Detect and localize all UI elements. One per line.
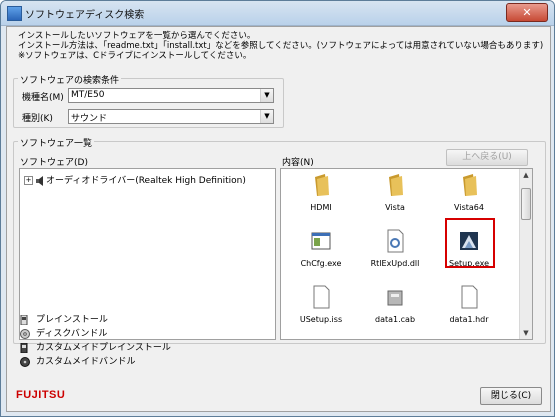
model-value: MT/E50 <box>71 90 105 100</box>
file-name: HDMI <box>310 203 332 212</box>
software-label: ソフトウェア(D) <box>20 158 88 168</box>
tree-item-label: オーディオドライバー(Realtek High Definition) <box>46 176 246 186</box>
file-item[interactable]: ChCfg.exe <box>285 229 357 268</box>
app-icon <box>7 6 22 21</box>
folder-icon <box>389 174 403 196</box>
model-combobox[interactable]: MT/E50 ▼ <box>68 88 274 103</box>
legend-disc-bundle: ディスクバンドル <box>20 326 108 339</box>
file-icon <box>461 285 478 309</box>
intro-line-2: インストール方法は、「readme.txt」「install.txt」などを参照… <box>18 41 544 51</box>
tree-expand-icon[interactable]: + <box>24 176 33 185</box>
file-item[interactable]: RtlExUpd.dll <box>359 229 431 268</box>
disc-bundle-icon <box>20 328 30 339</box>
model-label: 機種名(M) <box>22 93 64 103</box>
software-list-legend: ソフトウェア一覧 <box>18 136 95 149</box>
close-button[interactable]: 閉じる(C) <box>480 387 542 405</box>
search-conditions-legend: ソフトウェアの検索条件 <box>18 73 122 86</box>
legend-label: ディスクバンドル <box>36 329 108 339</box>
chevron-down-icon[interactable]: ▼ <box>260 110 273 123</box>
kind-combobox[interactable]: サウンド ▼ <box>68 109 274 124</box>
intro-line-1: インストールしたいソフトウェアを一覧から選んでください。 <box>18 31 256 41</box>
window-close-button[interactable]: ✕ <box>506 3 548 22</box>
exe-icon <box>311 232 331 250</box>
legend-label: カスタムメイドバンドル <box>36 357 136 367</box>
chevron-down-icon[interactable]: ▼ <box>260 89 273 102</box>
intro-text: インストールしたいソフトウェアを一覧から選んでください。 インストール方法は、「… <box>18 31 543 61</box>
file-icon <box>313 285 330 309</box>
scroll-up-icon[interactable]: ▲ <box>520 169 532 181</box>
scroll-down-icon[interactable]: ▼ <box>520 327 532 339</box>
file-item[interactable]: Vista <box>359 173 431 212</box>
main-window: ソフトウェアディスク検索 ✕ インストールしたいソフトウェアを一覧から選んでくだ… <box>0 0 555 417</box>
file-item[interactable]: USetup.iss <box>285 285 357 324</box>
title-bar: ソフトウェアディスク検索 ✕ <box>1 1 554 26</box>
file-item[interactable]: HDMI <box>285 173 357 212</box>
legend-preinstall: プレインストール <box>20 312 108 325</box>
file-name: Vista <box>385 203 405 212</box>
file-item[interactable]: data1.cab <box>359 285 431 324</box>
custom-bundle-icon <box>20 356 30 367</box>
fujitsu-logo: FUJITSU <box>16 389 66 401</box>
contents-panel[interactable]: HDMI Vista Vista64 ChCfg.exe RtlExUpd.dl… <box>280 168 533 340</box>
custom-preinstall-icon <box>20 342 28 353</box>
folder-icon <box>315 174 329 196</box>
up-button[interactable]: 上へ戻る(U) <box>446 149 528 166</box>
kind-label: 種別(K) <box>22 114 53 124</box>
window-title: ソフトウェアディスク検索 <box>25 10 145 21</box>
file-name: Vista64 <box>454 203 484 212</box>
file-name: data1.cab <box>374 315 416 324</box>
cab-icon <box>387 290 403 306</box>
kind-value: サウンド <box>71 114 108 124</box>
legend-label: プレインストール <box>36 315 108 325</box>
legend-custom-preinstall: カスタムメイドプレインストール <box>20 340 171 353</box>
selection-highlight <box>445 218 495 268</box>
file-name: data1.hdr <box>449 315 489 324</box>
search-conditions-group: ソフトウェアの検索条件 機種名(M) MT/E50 ▼ 種別(K) サウンド ▼ <box>13 73 284 128</box>
tree-item-audio-driver[interactable]: + オーディオドライバー(Realtek High Definition) <box>24 173 246 186</box>
speaker-icon <box>36 175 43 186</box>
legend-custom-bundle: カスタムメイドバンドル <box>20 354 136 367</box>
dll-icon <box>387 229 404 253</box>
preinstall-icon <box>20 314 28 325</box>
legend-label: カスタムメイドプレインストール <box>36 343 171 353</box>
file-name: RtlExUpd.dll <box>370 259 420 268</box>
contents-scrollbar[interactable]: ▲ ▼ <box>519 169 532 339</box>
intro-line-3: ※ソフトウェアは、Cドライブにインストールしてください。 <box>18 51 252 61</box>
file-item[interactable]: data1.hdr <box>433 285 505 324</box>
contents-label: 内容(N) <box>282 158 314 168</box>
file-name: USetup.iss <box>299 315 343 324</box>
folder-icon <box>463 174 477 196</box>
dialog-body: インストールしたいソフトウェアを一覧から選んでください。 インストール方法は、「… <box>6 26 551 412</box>
file-item[interactable]: Vista64 <box>433 173 505 212</box>
scroll-thumb[interactable] <box>521 188 531 220</box>
file-name: ChCfg.exe <box>300 259 342 268</box>
